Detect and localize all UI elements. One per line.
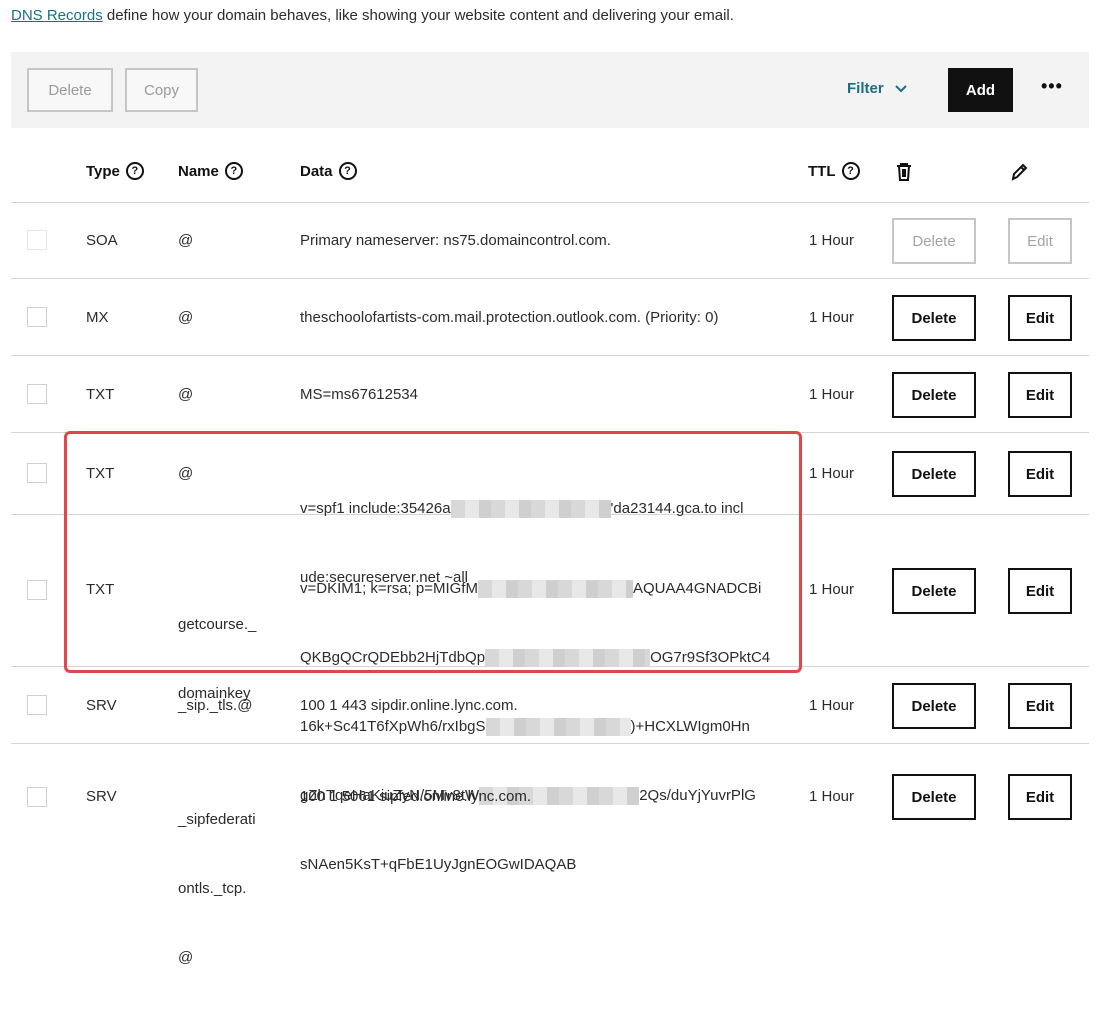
record-ttl: 1 Hour	[809, 232, 855, 249]
data-text: v=DKIM1; k=rsa; p=MIGfM	[300, 580, 478, 597]
record-type: TXT	[86, 581, 115, 598]
data-text: sNAen5KsT+qFbE1UyJgnEOGwIDAQAB	[300, 856, 577, 873]
row-checkbox[interactable]	[27, 307, 47, 327]
filter-label: Filter	[847, 80, 884, 97]
name-text: _sipfederati	[178, 811, 256, 828]
record-type: TXT	[86, 386, 115, 403]
intro-text: DNS Records define how your domain behav…	[11, 7, 734, 24]
edit-button[interactable]: Edit	[1008, 568, 1072, 614]
row-checkbox[interactable]	[27, 230, 47, 250]
column-type: Type ?	[86, 162, 144, 180]
column-data-label: Data	[300, 162, 333, 180]
record-type: SRV	[86, 788, 117, 805]
row-checkbox[interactable]	[27, 580, 47, 600]
record-name: _sip._tls.@	[178, 697, 253, 714]
chevron-down-icon	[894, 84, 907, 92]
record-name: @	[178, 465, 194, 482]
delete-button[interactable]: Delete	[892, 683, 976, 729]
column-data: Data ?	[300, 162, 357, 180]
delete-button[interactable]: Delete	[892, 372, 976, 418]
redacted-blur	[485, 649, 651, 668]
edit-button[interactable]: Edit	[1008, 218, 1072, 264]
filter-dropdown[interactable]: Filter	[847, 80, 908, 97]
column-type-label: Type	[86, 162, 120, 180]
column-ttl: TTL ?	[808, 162, 860, 180]
delete-button[interactable]: Delete	[892, 774, 976, 820]
record-name: _sipfederati ontls._tcp. @	[178, 762, 256, 1015]
intro-description: define how your domain behaves, like sho…	[102, 7, 734, 24]
question-circle-icon[interactable]: ?	[338, 162, 357, 180]
record-type: SOA	[86, 232, 118, 249]
data-text: QKBgQCrQDEbb2HjTdbQp	[300, 649, 486, 666]
question-circle-icon[interactable]: ?	[841, 162, 860, 180]
delete-button[interactable]: Delete	[892, 568, 976, 614]
row-checkbox[interactable]	[27, 384, 47, 404]
column-name: Name ?	[178, 162, 243, 180]
record-data: Primary nameserver: ns75.domaincontrol.c…	[300, 232, 611, 249]
edit-button[interactable]: Edit	[1008, 683, 1072, 729]
record-data: 100 1 5061 sipfed.online.lync.com.	[300, 788, 531, 805]
delete-button[interactable]: Delete	[892, 451, 976, 497]
column-ttl-label: TTL	[808, 162, 836, 180]
pencil-icon	[1011, 163, 1028, 181]
record-type: MX	[86, 309, 109, 326]
add-record-button[interactable]: Add	[948, 68, 1013, 112]
data-text: OG7r9Sf3OPktC4	[650, 649, 771, 666]
dns-records-link[interactable]: DNS Records	[11, 7, 103, 24]
record-ttl: 1 Hour	[809, 386, 855, 403]
name-text: ontls._tcp.	[178, 880, 247, 897]
record-type: TXT	[86, 465, 115, 482]
record-ttl: 1 Hour	[809, 309, 855, 326]
table-row: TXT @ MS=ms67612534 1 Hour Delete Edit	[11, 356, 1089, 433]
table-row: TXT getcourse._ domainkey v=DKIM1; k=rsa…	[11, 515, 1089, 873]
edit-button[interactable]: Edit	[1008, 451, 1072, 497]
record-ttl: 1 Hour	[809, 697, 855, 714]
table-row: SRV _sip._tls.@ 100 1 443 sipdir.online.…	[11, 667, 1089, 744]
data-text: AQUAA4GNADCBi	[632, 580, 762, 597]
redacted-blur	[477, 580, 633, 599]
record-name: @	[178, 309, 194, 326]
record-data: theschoolofartists-com.mail.protection.o…	[300, 309, 719, 326]
record-name: @	[178, 232, 194, 249]
more-options-icon[interactable]: •••	[1041, 76, 1063, 97]
trash-icon	[897, 163, 911, 181]
record-data: MS=ms67612534	[300, 386, 418, 403]
record-name: @	[178, 386, 194, 403]
delete-button[interactable]: Delete	[892, 295, 976, 341]
delete-button[interactable]: Delete	[892, 218, 976, 264]
table-row: SRV _sipfederati ontls._tcp. @ 100 1 506…	[11, 744, 1089, 966]
row-checkbox[interactable]	[27, 695, 47, 715]
record-data: 100 1 443 sipdir.online.lync.com.	[300, 697, 518, 714]
toolbar: Delete Copy Filter Add •••	[11, 52, 1089, 128]
record-ttl: 1 Hour	[809, 581, 855, 598]
row-checkbox[interactable]	[27, 463, 47, 483]
column-name-label: Name	[178, 162, 219, 180]
bulk-copy-button[interactable]: Copy	[125, 68, 198, 112]
edit-button[interactable]: Edit	[1008, 774, 1072, 820]
row-checkbox[interactable]	[27, 787, 47, 807]
record-ttl: 1 Hour	[809, 788, 855, 805]
table-header: Type ? Name ? Data ? TTL ?	[11, 150, 1089, 203]
bulk-delete-button[interactable]: Delete	[27, 68, 113, 112]
record-type: SRV	[86, 697, 117, 714]
table-row: TXT @ v=spf1 include:35426a'da23144.gca.…	[11, 433, 1089, 586]
question-circle-icon[interactable]: ?	[224, 162, 243, 180]
name-text: getcourse._	[178, 616, 257, 633]
table-row: SOA @ Primary nameserver: ns75.domaincon…	[11, 202, 1089, 279]
edit-button[interactable]: Edit	[1008, 295, 1072, 341]
edit-button[interactable]: Edit	[1008, 372, 1072, 418]
table-row: MX @ theschoolofartists-com.mail.protect…	[11, 279, 1089, 356]
name-text: @	[178, 949, 194, 966]
question-circle-icon[interactable]: ?	[125, 162, 144, 180]
record-ttl: 1 Hour	[809, 465, 855, 482]
